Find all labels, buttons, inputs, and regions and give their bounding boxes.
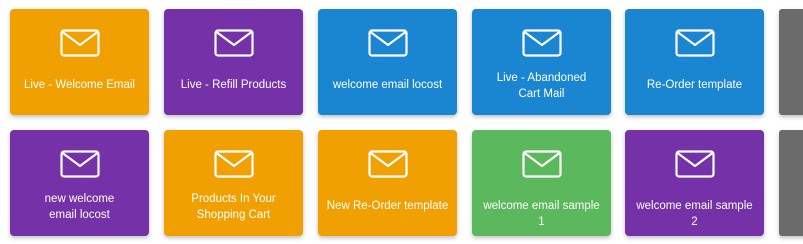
envelope-icon — [674, 150, 715, 178]
envelope-icon — [213, 29, 254, 57]
template-tile-welcome-email-sample-2[interactable]: welcome email sample 2 — [625, 130, 764, 236]
template-label: welcome email locost — [332, 79, 443, 91]
template-label: new welcome email locost — [44, 193, 115, 221]
envelope-icon — [213, 150, 254, 178]
partially-visible-tile[interactable] — [779, 130, 803, 236]
envelope-icon — [59, 150, 100, 178]
envelope-icon — [674, 29, 715, 57]
template-tile-products-in-your-shopping-cart[interactable]: Products In Your Shopping Cart — [164, 130, 303, 236]
envelope-icon — [59, 29, 100, 57]
partially-visible-tile[interactable] — [779, 9, 803, 115]
template-label: welcome email sample 1 — [483, 200, 600, 228]
template-label: Live - Welcome Email — [24, 79, 135, 91]
template-tile-welcome-email-sample-1[interactable]: welcome email sample 1 — [472, 130, 611, 236]
template-label: Re-Order template — [646, 79, 743, 91]
template-tile-new-re-order-template[interactable]: New Re-Order template — [318, 130, 457, 236]
template-label: Live - Abandoned Cart Mail — [496, 72, 587, 100]
template-tile-live-welcome-email[interactable]: Live - Welcome Email — [10, 9, 149, 115]
template-label: welcome email sample 2 — [636, 200, 753, 228]
envelope-icon — [521, 150, 562, 178]
template-tile-re-order-template[interactable]: Re-Order template — [625, 9, 764, 115]
template-label: New Re-Order template — [326, 200, 449, 212]
template-tile-welcome-email-locost[interactable]: welcome email locost — [318, 9, 457, 115]
email-template-grid: Live - Welcome Email Live - Refill Produ… — [0, 0, 803, 244]
template-tile-new-welcome-email-locost[interactable]: new welcome email locost — [10, 130, 149, 236]
envelope-icon — [521, 29, 562, 57]
envelope-icon — [367, 29, 408, 57]
template-tile-live-refill-products[interactable]: Live - Refill Products — [164, 9, 303, 115]
envelope-icon — [367, 150, 408, 178]
template-tile-live-abandoned-cart-mail[interactable]: Live - Abandoned Cart Mail — [472, 9, 611, 115]
template-label: Products In Your Shopping Cart — [191, 193, 276, 221]
template-label: Live - Refill Products — [180, 79, 287, 91]
